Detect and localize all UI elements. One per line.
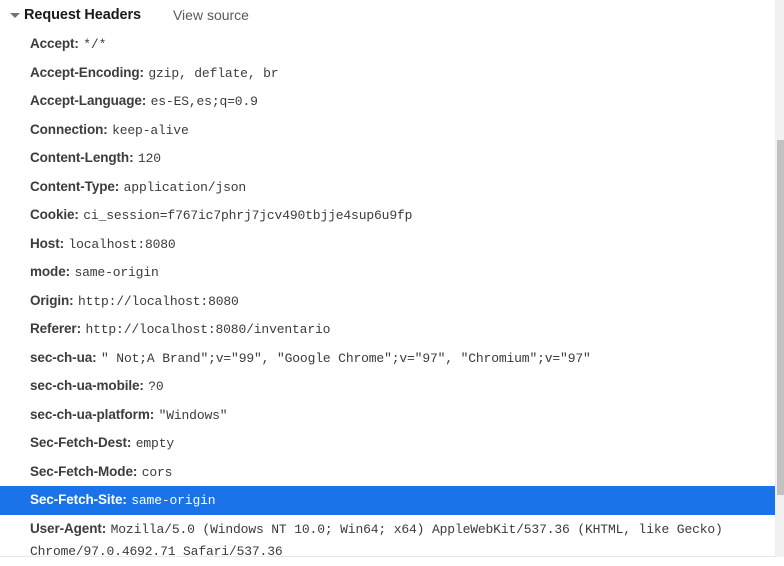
chevron-down-icon[interactable] [8,8,22,22]
header-name: sec-ch-ua-mobile: [30,378,144,393]
header-row[interactable]: Sec-Fetch-Dest: empty [0,429,784,458]
request-headers-panel: Request Headers View source Accept: */* A… [0,0,784,559]
header-row[interactable]: Accept: */* [0,30,784,59]
header-row[interactable]: Accept-Language: es-ES,es;q=0.9 [0,87,784,116]
header-name: Sec-Fetch-Mode: [30,463,138,479]
header-value: "Windows" [158,407,228,423]
header-name: sec-ch-ua-platform: [30,406,155,422]
header-row[interactable]: mode: same-origin [0,258,784,287]
header-row[interactable]: sec-ch-ua: " Not;A Brand";v="99", "Googl… [0,344,784,373]
header-row[interactable]: Origin: http://localhost:8080 [0,287,784,316]
request-headers-section-header[interactable]: Request Headers View source [0,0,784,30]
page-title: Request Headers [24,7,141,23]
header-name: Origin: [30,292,74,308]
header-row[interactable]: Content-Type: application/json [0,173,784,202]
header-value: " Not;A Brand";v="99", "Google Chrome";v… [100,350,591,366]
header-row-list: Accept: */* Accept-Encoding: gzip, deflat… [0,30,784,566]
header-name: User-Agent: [30,520,107,536]
header-name: sec-ch-ua: [30,349,97,365]
header-name: Accept: [30,36,79,51]
header-value: http://localhost:8080 [78,293,239,309]
header-row[interactable]: Host: localhost:8080 [0,230,784,259]
header-row[interactable]: Content-Length: 120 [0,144,784,173]
header-value: Mozilla/5.0 (Windows NT 10.0; Win64; x64… [30,521,731,560]
header-value: gzip, deflate, br [148,65,279,81]
header-name: Accept-Encoding: [30,64,144,80]
header-name: mode: [30,264,71,279]
header-value: same-origin [131,493,216,508]
header-value: 120 [137,151,161,166]
header-value: es-ES,es;q=0.9 [150,94,258,109]
header-row[interactable]: Sec-Fetch-Site: same-origin [0,486,784,515]
header-value: keep-alive [112,122,189,138]
header-row[interactable]: Referer: http://localhost:8080/inventari… [0,315,784,344]
header-value: */* [83,37,107,52]
header-row[interactable]: sec-ch-ua-platform: "Windows" [0,401,784,430]
header-row[interactable]: Accept-Encoding: gzip, deflate, br [0,59,784,88]
header-value: localhost:8080 [68,236,176,252]
header-row[interactable]: sec-ch-ua-mobile: ?0 [0,372,784,401]
view-source-link[interactable]: View source [173,7,249,23]
header-value: cors [141,464,173,480]
header-row[interactable]: Connection: keep-alive [0,116,784,145]
header-row[interactable]: Sec-Fetch-Mode: cors [0,458,784,487]
header-value: empty [135,436,174,451]
header-name: Cookie: [30,207,79,222]
header-name: Accept-Language: [30,93,147,108]
header-value: ?0 [148,379,164,394]
header-name: Sec-Fetch-Dest: [30,435,132,450]
header-value: same-origin [74,265,159,280]
header-row[interactable]: Cookie: ci_session=f767ic7phrj7jcv490tbj… [0,201,784,230]
vertical-scrollbar[interactable] [775,0,784,557]
header-value: application/json [123,179,247,195]
header-value: ci_session=f767ic7phrj7jcv490tbjje4sup6u… [83,208,413,223]
header-row[interactable]: User-Agent: Mozilla/5.0 (Windows NT 10.0… [0,515,784,566]
header-name: Host: [30,235,64,251]
header-name: Connection: [30,121,108,137]
header-name: Referer: [30,321,81,336]
header-name: Content-Length: [30,150,134,165]
header-name: Sec-Fetch-Site: [30,492,127,507]
header-value: http://localhost:8080/inventario [85,322,331,337]
header-name: Content-Type: [30,178,120,194]
scrollbar-thumb[interactable] [777,140,784,495]
